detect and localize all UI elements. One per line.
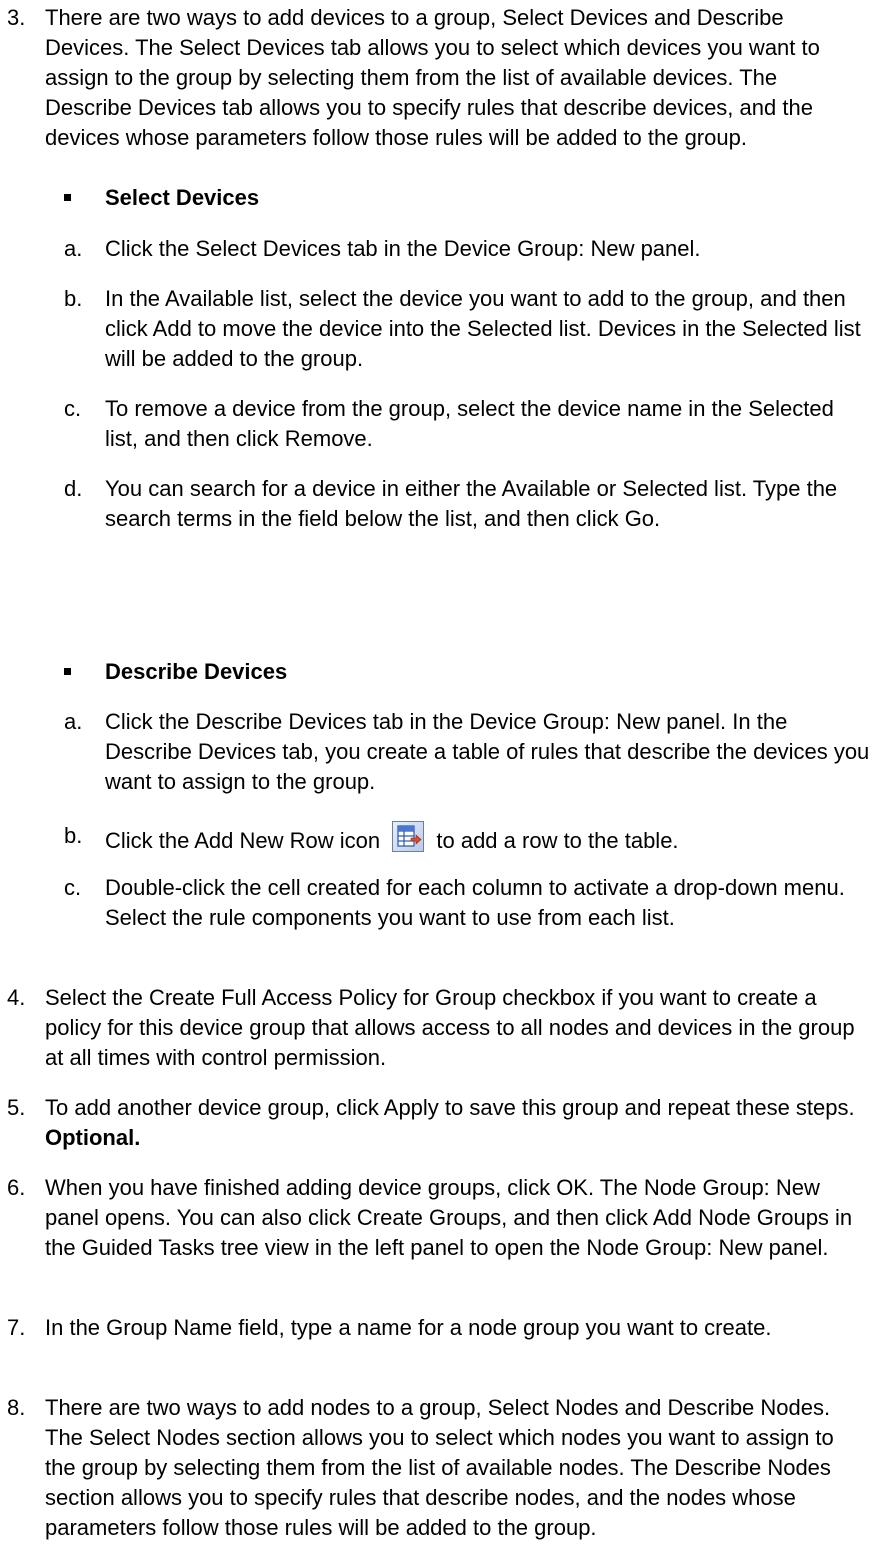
heading-text: Describe Devices [105,659,288,684]
step-text: There are two ways to add devices to a g… [45,5,820,150]
step-text: Click the Describe Devices tab in the De… [105,709,870,794]
step-letter: c. [64,875,82,900]
step-text: When you have finished adding device gro… [45,1175,853,1260]
step-text-before: Click the Add New Row icon [105,828,381,853]
step-8: 8. There are two ways to add nodes to a … [0,1393,870,1543]
step-text: To add another device group, click Apply… [45,1095,855,1120]
step-text: You can search for a device in either th… [105,476,838,531]
select-step-c: c. To remove a device from the group, se… [0,394,870,454]
step-letter: c. [64,396,82,421]
step-letter: a. [64,236,83,261]
step-5: 5. To add another device group, click Ap… [0,1093,870,1153]
describe-step-a: a. Click the Describe Devices tab in the… [0,707,870,797]
document-page: 3. There are two ways to add devices to … [0,0,884,1552]
select-step-a: a. Click the Select Devices tab in the D… [0,234,870,264]
heading-text: Select Devices [105,185,260,210]
step-number: 6. [7,1175,26,1200]
describe-step-b: b. Click the Add New Row icon to add a r… [0,821,870,856]
step-3: 3. There are two ways to add devices to … [0,3,870,153]
step-text: In the Available list, select the device… [105,286,861,371]
step-text-after: to add a row to the table. [436,828,679,853]
step-number: 3. [7,5,26,30]
step-number: 5. [7,1095,26,1120]
select-step-b: b. In the Available list, select the dev… [0,284,870,374]
add-new-row-icon [392,821,425,852]
select-step-d: d. You can search for a device in either… [0,474,870,534]
step-letter: d. [64,476,83,501]
step-text: Select the Create Full Access Policy for… [45,985,855,1070]
step-text: There are two ways to add nodes to a gro… [45,1395,834,1540]
step-text: To remove a device from the group, selec… [105,396,834,451]
step-6: 6. When you have finished adding device … [0,1173,870,1263]
bullet-square-icon [64,668,71,675]
step-number: 8. [7,1395,26,1420]
step-letter: b. [64,286,83,311]
optional-label: Optional. [45,1125,141,1150]
bullet-square-icon [64,194,71,201]
step-number: 4. [7,985,26,1010]
step-text: Double-click the cell created for each c… [105,875,845,930]
step-text: Click the Select Devices tab in the Devi… [105,236,701,261]
step-4: 4. Select the Create Full Access Policy … [0,983,870,1073]
step-letter: b. [64,823,83,848]
step-letter: a. [64,709,83,734]
step-number: 7. [7,1315,26,1340]
describe-step-c: c. Double-click the cell created for eac… [0,873,870,933]
step-text: In the Group Name field, type a name for… [45,1315,772,1340]
step-7: 7. In the Group Name field, type a name … [0,1313,870,1343]
